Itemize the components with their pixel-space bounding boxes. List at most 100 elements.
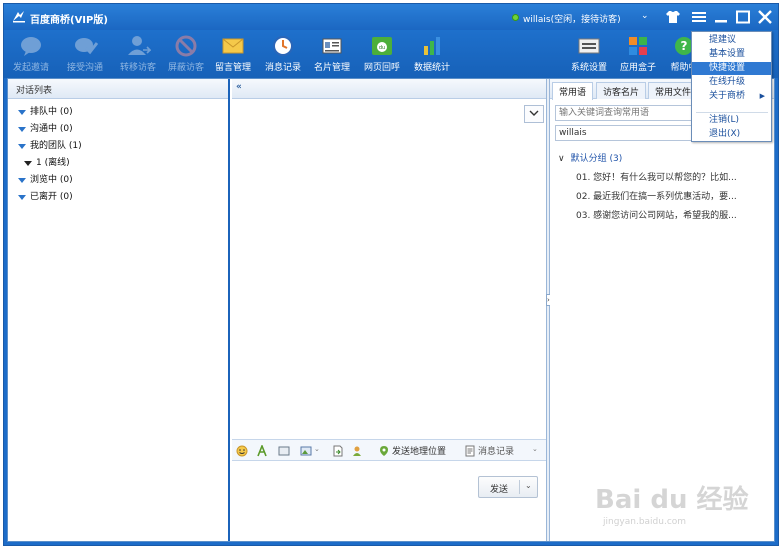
toolbar-invite-button[interactable]: 发起邀请 <box>6 34 56 76</box>
maximize-icon[interactable] <box>734 8 752 26</box>
send-button[interactable]: 发送 ⌄ <box>478 476 538 498</box>
toolbar-label: 名片管理 <box>313 63 350 73</box>
image-caret[interactable]: ⌄ <box>314 445 320 453</box>
menu-item-label: 关于商桥 <box>709 91 746 101</box>
message-log-button[interactable]: 消息记录 <box>478 444 514 457</box>
location-pin-icon <box>380 446 388 456</box>
expand-arrow-icon[interactable] <box>18 195 26 200</box>
tree-item-browsing[interactable]: 浏览中 (0) <box>8 172 228 189</box>
expand-arrow-icon[interactable] <box>18 144 26 149</box>
toolbar-label: 转移访客 <box>119 63 156 73</box>
transfer-user-icon[interactable] <box>352 445 364 457</box>
menu-item-label: 注销(L) <box>709 115 740 125</box>
tree-item-team-member[interactable]: 1 (离线) <box>8 155 228 172</box>
tree-item-queue[interactable]: 排队中 (0) <box>8 104 228 121</box>
toolbar-label: 应用盒子 <box>619 63 656 73</box>
send-location-button[interactable]: 发送地理位置 <box>392 444 446 457</box>
send-options-caret[interactable]: ⌄ <box>525 481 532 490</box>
tree-item-left[interactable]: 已离开 (0) <box>8 189 228 206</box>
expand-arrow-icon[interactable] <box>24 161 32 166</box>
tree-item-label: 排队中 (0) <box>30 107 73 117</box>
toolbar-block-button[interactable]: 屏蔽访客 <box>161 34 211 76</box>
tab-phrases[interactable]: 常用语 <box>552 82 594 100</box>
collapse-left-button[interactable]: « <box>236 82 242 92</box>
close-icon[interactable] <box>756 8 774 26</box>
menu-item-logout[interactable]: 注销(L) <box>692 114 771 127</box>
send-button-divider <box>519 480 520 494</box>
main-menu-dropdown: 提建议 基本设置 快捷设置 在线升级 关于商桥 ▶ 注销(L) 退出(X) <box>691 31 772 142</box>
minimize-icon[interactable] <box>712 8 730 26</box>
toolbar-settings-button[interactable]: 系统设置 <box>564 34 614 76</box>
conversation-list-panel: 对话列表 排队中 (0) 沟通中 (0) 我的团队 (1) 1 (离线) 浏览中… <box>8 79 230 541</box>
phrase-item[interactable]: 02. 最近我们在搞一系列优惠活动，要... <box>576 189 737 202</box>
toolbar-stats-button[interactable]: 数据统计 <box>407 34 457 76</box>
status-dropdown-caret[interactable]: ⌄ <box>641 11 649 21</box>
watermark: Bai du 经验 jingyan.baidu.com <box>595 479 749 539</box>
clock-icon <box>273 36 293 56</box>
submenu-arrow-icon: ▶ <box>759 92 765 100</box>
phrase-item[interactable]: 03. 感谢您访问公司网站，希望我的服... <box>576 208 737 221</box>
main-toolbar: 发起邀请 接受沟通 转移访客 屏蔽访客 留言管理 消息记录 名片管理 du 网页 <box>4 30 778 78</box>
status-user-label[interactable]: willais(空闲，接待访客) <box>523 12 621 25</box>
tree-item-my-team[interactable]: 我的团队 (1) <box>8 138 228 155</box>
toolbar-appbox-button[interactable]: 应用盒子 <box>613 34 663 76</box>
phrase-group-header[interactable]: ∨ 默认分组 (3) <box>558 151 622 164</box>
image-icon[interactable] <box>300 445 312 457</box>
toolbar-label: 数据统计 <box>413 63 450 73</box>
toolbar-messages-button[interactable]: 留言管理 <box>208 34 258 76</box>
chat-tab-strip: « <box>232 79 546 99</box>
menu-item-quick-settings[interactable]: 快捷设置 <box>692 62 771 75</box>
screenshot-icon[interactable] <box>278 445 290 457</box>
tree-item-label: 浏览中 (0) <box>30 175 73 185</box>
font-icon[interactable] <box>256 445 268 457</box>
menu-icon[interactable] <box>690 8 708 26</box>
tree-item-label: 已离开 (0) <box>30 192 73 202</box>
chat-bubble-icon <box>21 37 41 56</box>
tree-item-label: 我的团队 (1) <box>30 141 82 151</box>
file-send-icon[interactable] <box>332 445 344 457</box>
menu-item-feedback[interactable]: 提建议 <box>692 34 771 47</box>
app-title: 百度商桥(VIP版) <box>30 15 108 26</box>
chat-input-toolbar: ⌄ 发送地理位置 消息记录 ⌄ <box>232 439 546 461</box>
emoji-icon[interactable] <box>236 445 248 457</box>
toolbar-label: 屏蔽访客 <box>167 63 204 73</box>
chat-panel: « ⌄ 发送地理位置 消息记录 ⌄ 发送 ⌄ <box>232 79 546 541</box>
callback-icon: du <box>372 37 392 55</box>
menu-item-label: 提建议 <box>709 35 737 45</box>
expand-arrow-icon[interactable] <box>18 178 26 183</box>
app-box-icon <box>629 37 647 55</box>
phrase-item[interactable]: 01. 您好！有什么我可以帮您的？比如... <box>576 170 737 183</box>
chevron-down-icon <box>529 110 539 116</box>
expand-arrow-icon[interactable] <box>18 127 26 132</box>
toolbar-transfer-button[interactable]: 转移访客 <box>113 34 163 76</box>
user-select-value: willais <box>559 128 587 138</box>
toolbar-cards-button[interactable]: 名片管理 <box>307 34 357 76</box>
tree-item-label: 1 (离线) <box>36 158 70 168</box>
toolbar-callback-button[interactable]: du 网页回呼 <box>357 34 407 76</box>
tree-item-chatting[interactable]: 沟通中 (0) <box>8 121 228 138</box>
toolbar-label: 发起邀请 <box>12 63 49 73</box>
watermark-brand: Bai du 经验 <box>595 485 749 515</box>
skin-shirt-icon[interactable] <box>664 8 682 26</box>
message-log-icon <box>465 445 475 457</box>
toolbar-accept-button[interactable]: 接受沟通 <box>60 34 110 76</box>
menu-item-online-upgrade[interactable]: 在线升级 <box>692 76 771 89</box>
menu-item-label: 快捷设置 <box>709 63 746 73</box>
expand-arrow-icon[interactable] <box>18 110 26 115</box>
menu-item-exit[interactable]: 退出(X) <box>692 128 771 141</box>
toolbar-label: 网页回呼 <box>363 63 400 73</box>
tab-visitor-card[interactable]: 访客名片 <box>596 82 647 99</box>
chat-accept-icon <box>75 38 98 55</box>
chevron-down-icon: ∨ <box>558 154 565 164</box>
block-icon <box>175 35 197 57</box>
toolbar-label: 系统设置 <box>570 63 607 73</box>
app-window: 百度商桥(VIP版) willais(空闲，接待访客) ⌄ 发起邀请 接受沟通 <box>3 3 779 546</box>
message-log-caret[interactable]: ⌄ <box>532 445 538 453</box>
toolbar-history-button[interactable]: 消息记录 <box>258 34 308 76</box>
user-transfer-icon <box>128 36 151 55</box>
menu-item-basic-settings[interactable]: 基本设置 <box>692 48 771 61</box>
menu-item-about[interactable]: 关于商桥 ▶ <box>692 90 771 103</box>
chat-dropdown-button[interactable] <box>524 105 544 123</box>
svg-text:du: du <box>379 45 385 51</box>
menu-item-label: 退出(X) <box>709 129 741 139</box>
